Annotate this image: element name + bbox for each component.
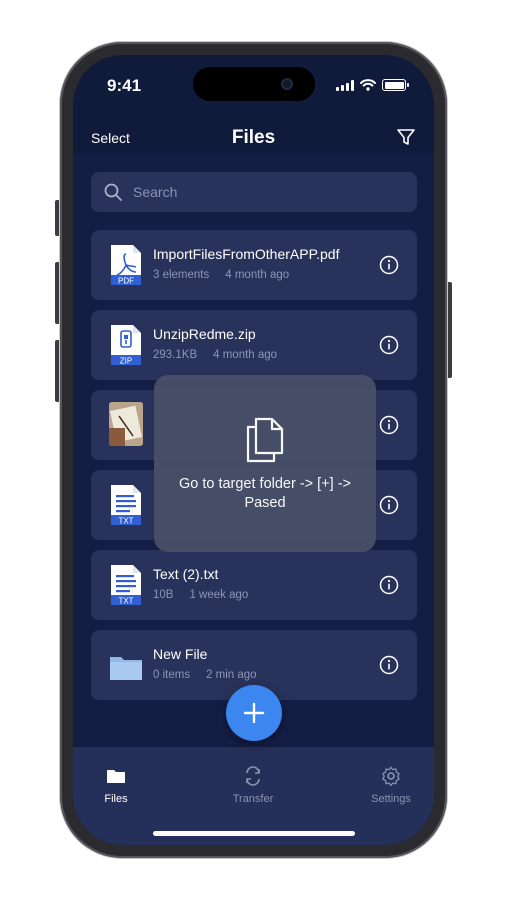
info-icon[interactable]	[379, 655, 399, 675]
copy-icon	[246, 417, 284, 463]
add-button[interactable]	[226, 685, 282, 741]
tab-label: Files	[104, 793, 128, 805]
file-row[interactable]: ZIP UnzipRedme.zip 293.1KB 4 month ago	[91, 310, 417, 380]
file-meta: 3 elements 4 month ago	[153, 269, 289, 281]
file-count: 3 elements	[153, 269, 210, 281]
search-bar[interactable]	[91, 172, 417, 212]
file-name: ImportFilesFromOtherAPP.pdf	[153, 246, 340, 262]
toast-message: Go to target folder -> [+] -> Pased	[178, 476, 352, 511]
info-icon[interactable]	[379, 575, 399, 595]
page-title: Files	[231, 127, 276, 148]
gear-icon	[382, 766, 400, 786]
power-button	[447, 282, 452, 378]
txt-file-icon: TXT	[111, 565, 141, 606]
screen: 9:41 Select Files Search PDF ImportFiles…	[73, 55, 434, 845]
file-date: 2 min ago	[206, 669, 257, 681]
file-badge: PDF	[118, 277, 134, 286]
file-badge: ZIP	[120, 357, 132, 366]
file-meta: 293.1KB 4 month ago	[153, 349, 277, 361]
info-icon[interactable]	[379, 335, 399, 355]
file-badge: TXT	[118, 517, 133, 526]
file-badge: TXT	[118, 597, 133, 606]
camera-icon	[281, 78, 293, 90]
status-icons	[336, 79, 409, 91]
plus-icon	[243, 702, 265, 724]
file-meta: 10B 1 week ago	[153, 589, 248, 601]
file-meta: 0 items 2 min ago	[153, 669, 257, 681]
file-size: 293.1KB	[153, 349, 198, 361]
home-indicator	[153, 831, 355, 836]
tab-transfer[interactable]: Transfer	[213, 765, 293, 805]
tab-settings[interactable]: Settings	[351, 765, 431, 805]
phone-frame: 9:41 Select Files Search PDF ImportFiles…	[60, 42, 447, 858]
tab-label: Transfer	[232, 793, 274, 805]
tab-label: Settings	[371, 793, 411, 805]
info-icon[interactable]	[379, 415, 399, 435]
txt-file-icon: TXT	[111, 485, 141, 526]
cellular-signal-icon	[336, 79, 354, 91]
folder-icon	[110, 657, 142, 680]
stage: 9:41 Select Files Search PDF ImportFiles…	[0, 0, 507, 900]
status-time: 9:41	[107, 76, 142, 95]
file-count: 0 items	[153, 669, 191, 681]
file-name: UnzipRedme.zip	[153, 326, 256, 342]
info-icon[interactable]	[379, 255, 399, 275]
info-icon[interactable]	[379, 495, 399, 515]
file-size: 10B	[153, 589, 174, 601]
file-date: 1 week ago	[189, 589, 249, 601]
filter-icon[interactable]	[396, 127, 416, 147]
pdf-file-icon: PDF	[111, 245, 141, 286]
file-name: New File	[153, 646, 208, 662]
file-row[interactable]: TXT Text (2).txt 10B 1 week ago	[91, 550, 417, 620]
toast-popup: Go to target folder -> [+] -> Pased	[154, 375, 376, 552]
transfer-icon	[246, 766, 260, 786]
file-date: 4 month ago	[213, 349, 278, 361]
file-row[interactable]: PDF ImportFilesFromOtherAPP.pdf 3 elemen…	[91, 230, 417, 300]
search-input[interactable]	[133, 184, 393, 200]
folder-icon	[107, 770, 125, 783]
tab-files[interactable]: Files	[76, 765, 156, 805]
image-thumbnail	[109, 402, 143, 446]
battery-icon	[382, 79, 409, 91]
search-icon	[104, 183, 122, 201]
zip-file-icon: ZIP	[111, 325, 141, 366]
file-date: 4 month ago	[225, 269, 290, 281]
dynamic-island	[193, 67, 315, 101]
wifi-icon	[360, 79, 376, 91]
file-name: Text (2).txt	[153, 566, 219, 582]
